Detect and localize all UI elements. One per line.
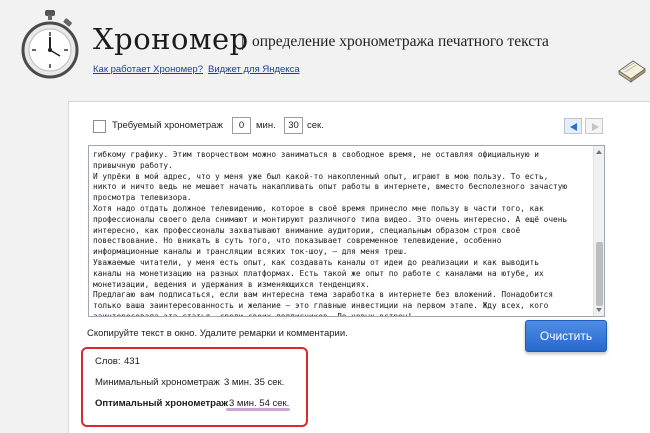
opt-duration-label: Оптимальный хронометраж bbox=[95, 398, 228, 409]
text-line: гибкому графику. Этим творчеством можно … bbox=[93, 150, 539, 159]
text-line: Хотя надо отдать должное телевидению, ко… bbox=[93, 203, 544, 213]
how-it-works-link[interactable]: Как работает Хрономер? bbox=[93, 64, 203, 76]
words-label: Слов: bbox=[95, 356, 121, 367]
seconds-unit: сек. bbox=[307, 120, 324, 131]
text-line: привычную работу. bbox=[93, 160, 173, 170]
text-scrollbar[interactable] bbox=[593, 146, 604, 316]
app-title: Хрономер bbox=[93, 22, 249, 56]
next-button[interactable] bbox=[585, 118, 603, 134]
text-line: никто и ничто ведь не мешает начать нака… bbox=[93, 182, 568, 192]
title-separator: | bbox=[241, 35, 245, 51]
highlight-underline bbox=[226, 408, 290, 411]
minutes-unit: мин. bbox=[256, 120, 276, 131]
min-duration-label: Минимальный хронометраж bbox=[95, 377, 220, 388]
text-line: интересно, как профессионалы захватывают… bbox=[93, 225, 521, 235]
yandex-widget-link[interactable]: Виджет для Яндекса bbox=[208, 64, 300, 76]
scroll-up-icon[interactable] bbox=[596, 150, 602, 154]
header: Хрономер | определение хронометража печа… bbox=[0, 0, 650, 100]
scroll-thumb[interactable] bbox=[596, 242, 603, 306]
paste-hint: Скопируйте текст в окно. Удалите ремарки… bbox=[87, 328, 348, 339]
stopwatch-icon bbox=[21, 10, 79, 79]
text-line: информационные каналы и трансляции всяки… bbox=[93, 247, 408, 257]
app-subtitle: определение хронометража печатного текст… bbox=[252, 33, 549, 50]
arrow-left-icon bbox=[570, 123, 577, 131]
text-input-area[interactable]: гибкому графику. Этим творчеством можно … bbox=[88, 145, 605, 317]
text-line: заинтересовала эта статья, среди своих п… bbox=[93, 311, 413, 317]
seconds-input[interactable]: 30 bbox=[284, 117, 303, 134]
minutes-input[interactable]: 0 bbox=[232, 117, 251, 134]
text-line: просмотра телевизора. bbox=[93, 193, 192, 203]
words-value: 431 bbox=[124, 356, 140, 367]
text-line: И упрёки в мой адрес, что у меня уже был… bbox=[93, 171, 549, 181]
text-content: гибкому графику. Этим творчеством можно … bbox=[93, 150, 590, 317]
text-line: каналы на монетизацию на разных платформ… bbox=[93, 268, 544, 278]
min-duration-value: 3 мин. 35 сек. bbox=[224, 377, 285, 388]
text-line: повествование. Но вникать в суть того, ч… bbox=[93, 236, 502, 246]
text-line: Уважаемые читатели, у меня есть опыт, ка… bbox=[93, 257, 539, 267]
text-line: только ваша заинтересованность и желание… bbox=[93, 301, 549, 311]
required-duration-checkbox[interactable] bbox=[93, 120, 106, 133]
stats-box: Слов: 431 Минимальный хронометраж 3 мин.… bbox=[81, 347, 308, 427]
main-panel: Требуемый хронометраж 0 мин. 30 сек. гиб… bbox=[68, 101, 650, 433]
required-duration-label: Требуемый хронометраж bbox=[112, 120, 223, 131]
prev-button[interactable] bbox=[564, 118, 582, 134]
text-line: профессионалы своего дела снимают и монт… bbox=[93, 214, 568, 224]
book-icon[interactable] bbox=[617, 57, 647, 83]
scroll-down-icon[interactable] bbox=[596, 308, 602, 312]
text-line: Предлагаю вам подписаться, если вам инте… bbox=[93, 290, 554, 300]
clear-button[interactable]: Очистить bbox=[525, 320, 607, 352]
text-line: монетизации, ведения и удержания в измен… bbox=[93, 279, 370, 289]
arrow-right-icon bbox=[592, 123, 599, 131]
